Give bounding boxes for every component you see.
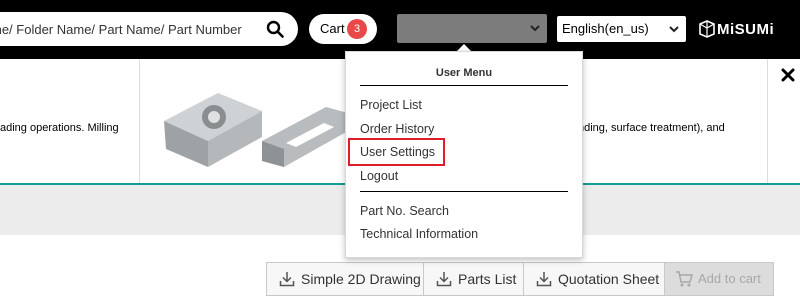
download-icon — [436, 272, 452, 287]
banner-left-text: ading operations. Milling — [0, 122, 119, 134]
cart-button[interactable]: Cart 3 — [309, 14, 377, 44]
sheet-metal-parts-image — [164, 93, 348, 167]
banner-divider — [139, 59, 140, 183]
menu-item-order-history[interactable]: Order History — [360, 122, 434, 136]
quotation-sheet-button[interactable]: Quotation Sheet — [524, 263, 665, 295]
cart-icon — [676, 271, 693, 287]
menu-divider — [360, 191, 568, 192]
download-icon — [279, 272, 295, 287]
user-menu-title: User Menu — [435, 67, 493, 79]
quotation-sheet-label: Quotation Sheet — [558, 271, 660, 287]
banner-divider — [767, 59, 768, 183]
logo-text: MiSUMi — [717, 21, 775, 38]
menu-item-project-list[interactable]: Project List — [360, 98, 422, 112]
add-to-cart-label: Add to cart — [698, 271, 761, 286]
menu-divider — [360, 85, 568, 86]
user-settings-highlight-box — [348, 138, 445, 166]
search-input[interactable] — [0, 12, 250, 46]
logo-mark-icon — [699, 20, 715, 38]
simple-2d-drawing-button[interactable]: Simple 2D Drawing — [267, 263, 424, 295]
search-box — [0, 12, 298, 46]
action-toolbar: Simple 2D Drawing Parts List Quotation S… — [266, 262, 774, 296]
user-account-dropdown[interactable] — [397, 14, 547, 43]
banner-right-text: nding, surface treatment), and — [578, 122, 725, 134]
cart-label: Cart — [320, 21, 345, 36]
parts-list-button[interactable]: Parts List — [424, 263, 524, 295]
chevron-down-icon — [669, 26, 679, 33]
cart-count-badge: 3 — [347, 19, 367, 39]
parts-list-label: Parts List — [458, 271, 517, 287]
menu-item-logout[interactable]: Logout — [360, 169, 398, 183]
search-icon[interactable] — [266, 20, 284, 38]
language-select[interactable]: English(en_us) — [557, 16, 686, 42]
add-to-cart-button[interactable]: Add to cart — [665, 263, 773, 295]
menu-item-technical-information[interactable]: Technical Information — [360, 227, 478, 241]
menu-item-part-no-search[interactable]: Part No. Search — [360, 204, 449, 218]
close-icon[interactable] — [780, 67, 796, 83]
language-value: English(en_us) — [562, 21, 649, 36]
simple-2d-drawing-label: Simple 2D Drawing — [301, 271, 421, 287]
download-icon — [536, 272, 552, 287]
chevron-down-icon — [530, 25, 540, 32]
